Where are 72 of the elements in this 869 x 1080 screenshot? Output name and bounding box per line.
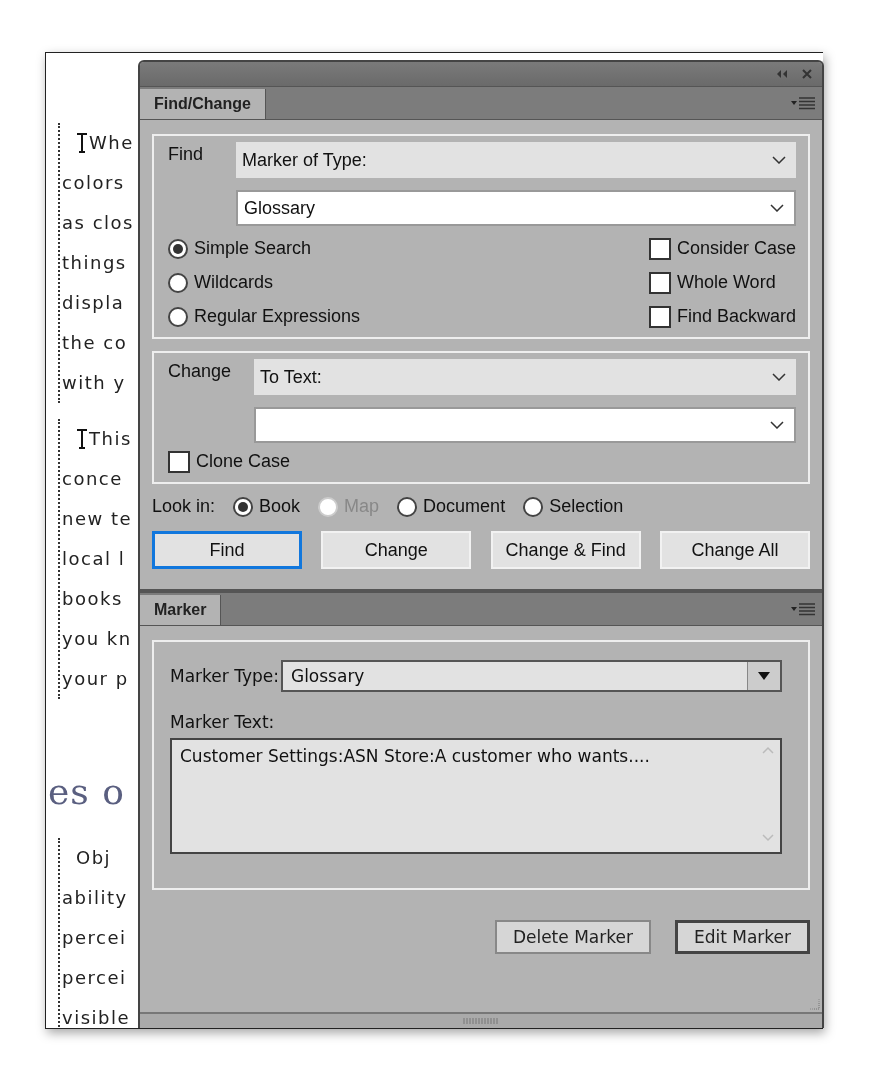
panel-menu-icon[interactable] <box>790 96 816 110</box>
document-text: visible <box>62 1006 131 1028</box>
action-button[interactable]: Change <box>321 531 472 569</box>
panel-menu-icon[interactable] <box>790 602 816 616</box>
chevron-icon <box>770 204 784 212</box>
radio-label: Book <box>259 496 301 517</box>
document-text: This <box>89 427 132 451</box>
radio-button[interactable] <box>168 238 188 259</box>
close-icon[interactable] <box>802 69 812 79</box>
text-cursor-icon <box>76 428 88 450</box>
document-text: your p <box>62 667 129 691</box>
panel-tab[interactable]: Marker <box>140 595 222 625</box>
document-text: local l <box>62 547 126 571</box>
checkbox[interactable] <box>648 237 671 260</box>
radio-button[interactable] <box>397 496 418 517</box>
checkbox-label: Whole Word <box>676 272 776 293</box>
marker-text-label: Marker Text: <box>170 712 276 732</box>
document-text: books <box>62 587 123 611</box>
change-type-dropdown[interactable]: To Text: <box>254 359 796 395</box>
action-button[interactable]: Change & Find <box>490 531 641 569</box>
document-text: as clos <box>62 211 134 235</box>
document-text: Whe <box>89 131 134 155</box>
document-text: you kn <box>62 627 132 651</box>
document-text: colors <box>62 171 125 195</box>
document-text: Obj <box>76 846 112 870</box>
change-value-dropdown[interactable] <box>254 407 796 443</box>
radio-button[interactable] <box>168 272 188 293</box>
marker-button[interactable]: Edit Marker <box>674 920 810 954</box>
document-text: new te <box>62 507 133 531</box>
document-text: ability <box>62 886 128 910</box>
document-text: with y <box>62 371 126 395</box>
radio-label: Selection <box>549 496 624 517</box>
radio-label: Simple Search <box>194 238 312 259</box>
checkbox[interactable] <box>168 450 190 473</box>
find-value-dropdown[interactable]: Glossary <box>236 190 796 226</box>
checkbox[interactable] <box>648 271 671 294</box>
radio-label: Regular Expressions <box>194 306 361 327</box>
radio-button[interactable] <box>233 496 254 517</box>
marker-text-area[interactable]: Customer Settings:ASN Store:A customer who wants.... <box>170 738 782 854</box>
marker-type-label: Marker Type: <box>170 666 279 686</box>
resize-grip-icon[interactable] <box>808 998 820 1010</box>
change-label: Change <box>168 360 233 382</box>
checkbox[interactable] <box>648 305 671 328</box>
checkbox-label: Find Backward <box>676 306 796 327</box>
find-label: Find <box>168 143 204 165</box>
collapse-icon[interactable] <box>776 69 788 79</box>
document-text: things <box>62 251 127 275</box>
find-type-dropdown[interactable]: Marker of Type: <box>236 142 796 178</box>
chevron-icon <box>772 373 786 381</box>
document-text: conce <box>62 467 123 491</box>
document-text: the co <box>62 331 128 355</box>
dropdown-arrow-icon <box>758 672 770 680</box>
radio-label: Document <box>423 496 506 517</box>
radio-button[interactable] <box>168 306 188 327</box>
radio-label: Wildcards <box>194 272 273 293</box>
text-cursor-icon <box>76 132 88 154</box>
chevron-icon <box>772 156 786 164</box>
document-text: displa <box>62 291 125 315</box>
marker-type-dropdown[interactable]: Glossary <box>280 660 782 692</box>
marker-button[interactable]: Delete Marker <box>494 920 651 954</box>
panel-tab[interactable]: Find/Change <box>140 89 266 119</box>
radio-button[interactable] <box>523 496 544 517</box>
checkbox-label: Consider Case <box>676 238 796 259</box>
document-text: percei <box>62 926 127 950</box>
action-button[interactable]: Change All <box>660 531 810 569</box>
document-text: percei <box>62 966 127 990</box>
checkbox-label: Clone Case <box>196 451 291 472</box>
document-heading: es o <box>48 771 125 812</box>
look-in-label: Look in: <box>152 496 216 517</box>
chevron-icon <box>770 421 784 429</box>
drag-handle-icon[interactable] <box>463 1018 499 1024</box>
action-button[interactable]: Find <box>152 531 302 569</box>
